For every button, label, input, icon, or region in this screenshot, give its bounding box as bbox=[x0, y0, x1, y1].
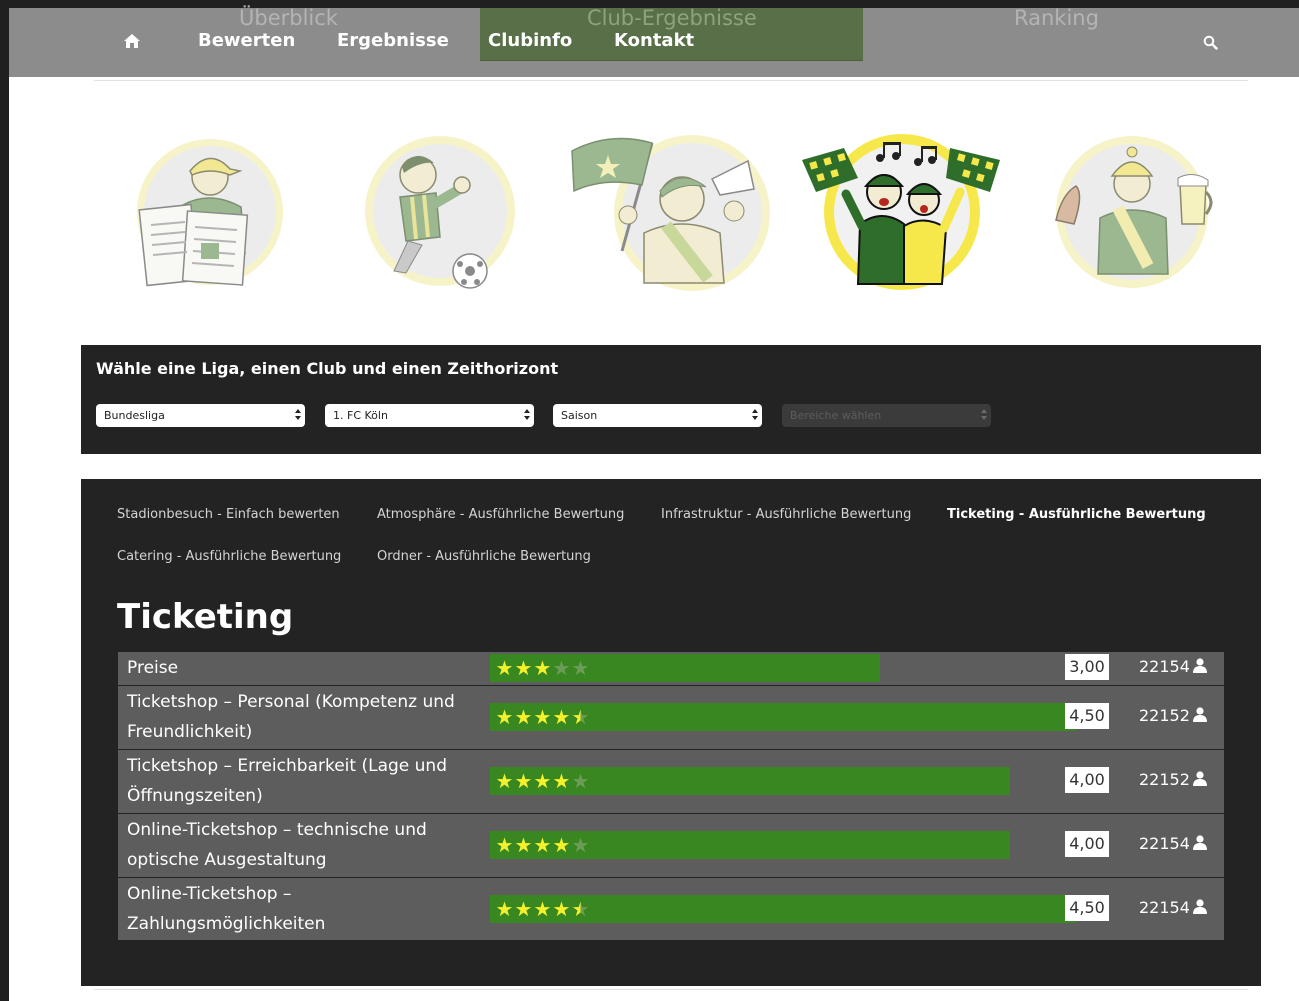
nav-ghost-ranking: Ranking bbox=[1014, 6, 1099, 30]
rating-row: Online-Ticketshop – Zahlungsmöglichkeite… bbox=[118, 878, 1224, 940]
user-icon bbox=[1192, 768, 1207, 794]
areas-select: Bereiche wählen bbox=[782, 404, 991, 427]
tab-catering[interactable]: Catering - Ausführliche Bewertung bbox=[117, 549, 341, 564]
filter-heading: Wähle eine Liga, einen Club und einen Ze… bbox=[96, 359, 559, 378]
rating-score: 4,50 bbox=[1065, 703, 1109, 729]
star-icon: ★ bbox=[514, 656, 533, 680]
select-arrows-icon bbox=[524, 407, 530, 423]
rating-label: Ticketshop – Erreichbarkeit (Lage und Öf… bbox=[127, 756, 447, 806]
tab-ordner[interactable]: Ordner - Ausführliche Bewertung bbox=[377, 549, 591, 564]
rating-label: Online-Ticketshop – Zahlungsmöglichkeite… bbox=[127, 884, 326, 934]
user-icon bbox=[1192, 896, 1207, 922]
mascot-food-and-beer-fan[interactable] bbox=[1048, 134, 1218, 296]
star-rating: ★★★★★ bbox=[495, 767, 590, 795]
star-icon: ★ bbox=[514, 897, 533, 921]
areas-select-value: Bereiche wählen bbox=[790, 409, 882, 422]
star-icon: ★ bbox=[552, 769, 571, 793]
star-icon: ★ bbox=[495, 897, 514, 921]
star-icon: ★ bbox=[514, 833, 533, 857]
rating-label: Online-Ticketshop – technische und optis… bbox=[127, 820, 427, 870]
star-icon: ★ bbox=[571, 705, 590, 729]
club-select[interactable]: 1. FC Köln bbox=[325, 404, 534, 427]
star-icon: ★ bbox=[533, 897, 552, 921]
vote-count-value: 22154 bbox=[1139, 657, 1190, 676]
star-icon: ★ bbox=[571, 769, 590, 793]
nav-ghost-club-results: Club-Ergebnisse bbox=[587, 6, 757, 30]
star-icon: ★ bbox=[495, 769, 514, 793]
tab-atmosphaere[interactable]: Atmosphäre - Ausführliche Bewertung bbox=[377, 507, 624, 522]
main-navigation: Überblick Club-Ergebnisse Ranking Bewert… bbox=[9, 6, 1299, 77]
rating-score: 4,00 bbox=[1065, 767, 1109, 793]
vote-count-value: 22152 bbox=[1139, 770, 1190, 789]
vote-count: 22152 bbox=[1139, 767, 1207, 794]
nav-clubinfo[interactable]: Clubinfo bbox=[488, 30, 572, 51]
rating-row: Preise ★★★★★ 3,00 22154 bbox=[118, 652, 1224, 685]
rating-row: Ticketshop – Erreichbarkeit (Lage und Öf… bbox=[118, 750, 1224, 813]
nav-kontakt[interactable]: Kontakt bbox=[614, 30, 694, 51]
vote-count: 22154 bbox=[1139, 831, 1207, 858]
star-icon: ★ bbox=[552, 656, 571, 680]
star-icon: ★ bbox=[514, 769, 533, 793]
rating-row: Online-Ticketshop – technische und optis… bbox=[118, 814, 1224, 877]
user-icon bbox=[1192, 832, 1207, 858]
season-select-value: Saison bbox=[561, 409, 598, 422]
rating-score: 3,00 bbox=[1065, 654, 1109, 680]
star-icon: ★ bbox=[533, 833, 552, 857]
vote-count: 22154 bbox=[1139, 895, 1207, 922]
rating-score: 4,00 bbox=[1065, 831, 1109, 857]
select-arrows-icon bbox=[752, 407, 758, 423]
user-icon bbox=[1192, 704, 1207, 730]
star-icon: ★ bbox=[552, 897, 571, 921]
mascot-singing-fans[interactable] bbox=[800, 134, 1005, 298]
vote-count: 22152 bbox=[1139, 703, 1207, 730]
league-select-value: Bundesliga bbox=[104, 409, 165, 422]
select-arrows-icon bbox=[981, 407, 987, 423]
vote-count-value: 22154 bbox=[1139, 898, 1190, 917]
star-rating: ★★★★★ bbox=[495, 831, 590, 859]
mascot-newspaper-reader[interactable] bbox=[133, 135, 293, 299]
star-icon: ★ bbox=[552, 833, 571, 857]
mascot-soccer-player[interactable] bbox=[360, 133, 520, 299]
filter-panel: Wähle eine Liga, einen Club und einen Ze… bbox=[81, 345, 1261, 454]
tab-ticketing[interactable]: Ticketing - Ausführliche Bewertung bbox=[947, 507, 1206, 522]
star-icon: ★ bbox=[533, 705, 552, 729]
search-icon[interactable] bbox=[1203, 35, 1218, 54]
star-icon: ★ bbox=[495, 656, 514, 680]
star-icon: ★ bbox=[495, 833, 514, 857]
vote-count: 22154 bbox=[1139, 654, 1207, 681]
star-icon: ★ bbox=[552, 705, 571, 729]
nav-bewerten[interactable]: Bewerten bbox=[198, 30, 295, 51]
star-icon: ★ bbox=[571, 897, 590, 921]
star-icon: ★ bbox=[571, 833, 590, 857]
rating-label: Preise bbox=[127, 658, 179, 678]
league-select[interactable]: Bundesliga bbox=[96, 404, 305, 427]
star-icon: ★ bbox=[514, 705, 533, 729]
results-title: Ticketing bbox=[117, 597, 294, 637]
nav-divider bbox=[94, 80, 1248, 81]
club-select-value: 1. FC Köln bbox=[333, 409, 388, 422]
mascot-flag-fan[interactable] bbox=[570, 133, 775, 299]
vote-count-value: 22154 bbox=[1139, 834, 1190, 853]
star-icon: ★ bbox=[571, 656, 590, 680]
star-icon: ★ bbox=[533, 656, 552, 680]
select-arrows-icon bbox=[295, 407, 301, 423]
rating-row: Ticketshop – Personal (Kompetenz und Fre… bbox=[118, 686, 1224, 749]
nav-ghost-overview: Überblick bbox=[239, 6, 338, 30]
star-rating: ★★★★★ bbox=[495, 654, 590, 682]
footer-divider bbox=[94, 989, 1248, 990]
star-rating: ★★★★★ bbox=[495, 703, 590, 731]
vote-count-value: 22152 bbox=[1139, 706, 1190, 725]
star-rating: ★★★★★ bbox=[495, 895, 590, 923]
user-icon bbox=[1192, 655, 1207, 681]
star-icon: ★ bbox=[533, 769, 552, 793]
nav-ergebnisse[interactable]: Ergebnisse bbox=[337, 30, 449, 51]
tab-infrastruktur[interactable]: Infrastruktur - Ausführliche Bewertung bbox=[661, 507, 911, 522]
star-icon: ★ bbox=[495, 705, 514, 729]
rating-score: 4,50 bbox=[1065, 895, 1109, 921]
season-select[interactable]: Saison bbox=[553, 404, 762, 427]
rating-label: Ticketshop – Personal (Kompetenz und Fre… bbox=[127, 692, 455, 742]
home-icon[interactable] bbox=[123, 33, 141, 53]
tab-stadionbesuch[interactable]: Stadionbesuch - Einfach bewerten bbox=[117, 507, 340, 522]
results-panel: Stadionbesuch - Einfach bewerten Atmosph… bbox=[81, 479, 1261, 986]
